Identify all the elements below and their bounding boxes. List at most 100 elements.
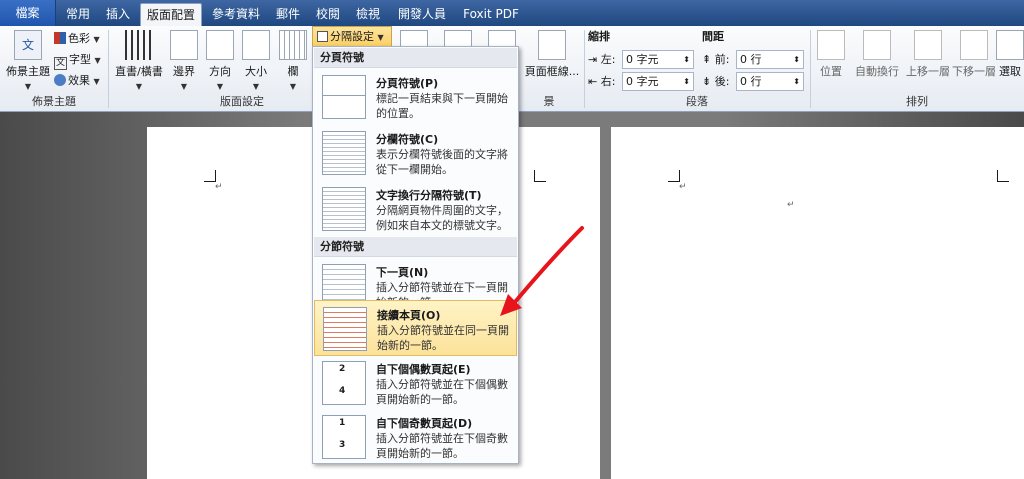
tab-view[interactable]: 檢視 xyxy=(350,3,386,26)
text-wrapping-break-icon xyxy=(322,187,366,231)
selection-pane-icon xyxy=(996,30,1024,60)
crop-mark xyxy=(668,170,680,182)
odd-page-icon: 1 3 xyxy=(322,415,366,459)
menu-item-desc: 表示分欄符號後面的文字將從下一欄開始。 xyxy=(376,148,508,176)
indent-left-label: ⇥ 左: xyxy=(588,53,616,66)
text-direction-icon xyxy=(125,30,153,60)
tab-references[interactable]: 參考資料 xyxy=(206,3,266,26)
tab-file[interactable]: 檔案 xyxy=(0,0,56,26)
position-button[interactable]: 位置 xyxy=(816,30,846,79)
margins-button[interactable]: 邊界 ▼ xyxy=(168,30,200,92)
paragraph-mark: ↵ xyxy=(215,182,223,192)
spinner-icon[interactable]: ⬍ xyxy=(793,73,800,90)
spinner-icon[interactable]: ⬍ xyxy=(683,51,690,68)
columns-button[interactable]: 欄 ▼ xyxy=(278,30,308,92)
menu-item-desc: 標記一頁結束與下一頁開始的位置。 xyxy=(376,92,508,120)
indent-left-icon: ⇥ xyxy=(588,53,598,66)
selection-pane-button[interactable]: 選取 xyxy=(996,30,1024,79)
spacing-before-label: ⇞ 前: xyxy=(702,53,730,66)
breaks-icon xyxy=(317,31,328,42)
spacing-heading: 間距 xyxy=(702,30,724,43)
odd-page-bottom-number: 3 xyxy=(339,440,346,450)
menu-item-title: 文字換行分隔符號(T) xyxy=(376,189,482,202)
orientation-label: 方向 xyxy=(209,65,231,78)
indent-left-input[interactable]: 0 字元 ⬍ xyxy=(622,50,694,69)
red-arrow-icon xyxy=(500,226,584,316)
indent-right-icon: ⇤ xyxy=(588,75,598,88)
menu-item-even-page[interactable]: 2 4 自下個偶數頁起(E) 插入分節符號並在下個偶數頁開始新的一節。 xyxy=(314,355,517,411)
themes-icon: 文 xyxy=(14,30,42,60)
page-borders-button[interactable]: 頁面框線... xyxy=(522,30,582,79)
margins-label: 邊界 xyxy=(173,65,195,78)
tab-layout[interactable]: 版面配置 xyxy=(140,3,202,26)
crop-mark xyxy=(997,170,1009,182)
send-backward-button[interactable]: 下移一層 xyxy=(952,30,996,79)
document-page-right[interactable]: ↵ ↵ xyxy=(611,127,1024,479)
spacing-before-icon: ⇞ xyxy=(702,53,712,66)
bring-forward-button[interactable]: 上移一層 xyxy=(904,30,952,79)
orientation-icon xyxy=(206,30,234,60)
page-borders-label: 頁面框線... xyxy=(524,65,580,78)
size-button[interactable]: 大小 ▼ xyxy=(240,30,272,92)
theme-colors-label: 色彩 xyxy=(68,32,90,45)
tab-insert[interactable]: 插入 xyxy=(100,3,136,26)
theme-effects-button[interactable]: 效果 ▼ xyxy=(54,72,100,90)
crop-mark xyxy=(204,170,216,182)
menu-item-page-break[interactable]: 分頁符號(P) 標記一頁結束與下一頁開始的位置。 xyxy=(314,69,517,125)
theme-fonts-button[interactable]: 文字型 ▼ xyxy=(54,51,101,70)
wrap-text-icon xyxy=(863,30,891,60)
themes-button[interactable]: 文 佈景主題 ▼ xyxy=(4,30,52,92)
columns-label: 欄 xyxy=(287,65,299,78)
columns-icon xyxy=(279,30,307,60)
theme-fonts-label: 字型 xyxy=(69,53,91,66)
theme-effects-label: 效果 xyxy=(68,74,90,87)
even-page-bottom-number: 4 xyxy=(339,386,346,396)
position-icon xyxy=(817,30,845,60)
colors-icon xyxy=(54,32,66,44)
breaks-label: 分隔設定 xyxy=(330,30,374,43)
text-direction-label: 直書/橫書 xyxy=(115,65,163,78)
spacing-after-icon: ⇟ xyxy=(702,75,712,88)
tab-developer[interactable]: 開發人員 xyxy=(392,3,452,26)
size-label: 大小 xyxy=(245,65,267,78)
theme-colors-button[interactable]: 色彩 ▼ xyxy=(54,30,100,48)
orientation-button[interactable]: 方向 ▼ xyxy=(204,30,236,92)
odd-page-top-number: 1 xyxy=(339,418,346,428)
menu-item-desc: 插入分節符號並在下個奇數頁開始新的一節。 xyxy=(376,432,508,460)
menu-item-column-break[interactable]: 分欄符號(C) 表示分欄符號後面的文字將從下一欄開始。 xyxy=(314,125,517,181)
margins-icon xyxy=(170,30,198,60)
tab-home[interactable]: 常用 xyxy=(60,3,96,26)
crop-mark xyxy=(534,170,546,182)
tab-review[interactable]: 校閱 xyxy=(310,3,346,26)
wrap-text-button[interactable]: 自動換行 xyxy=(852,30,902,79)
themes-group-label: 佈景主題 xyxy=(32,95,76,108)
ribbon-tab-bar: 檔案 常用 插入 版面配置 參考資料 郵件 校閱 檢視 開發人員 Foxit P… xyxy=(0,0,1024,26)
effects-icon xyxy=(54,74,66,86)
page-break-icon xyxy=(322,75,366,119)
menu-item-desc: 插入分節符號並在下個偶數頁開始新的一節。 xyxy=(376,378,508,406)
continuous-icon xyxy=(323,307,367,351)
breaks-button[interactable]: 分隔設定 ▼ xyxy=(312,26,392,47)
indent-right-input[interactable]: 0 字元 ⬍ xyxy=(622,72,694,91)
page-background-group-label: 景 xyxy=(543,95,555,108)
spacing-after-input[interactable]: 0 行 ⬍ xyxy=(736,72,804,91)
spinner-icon[interactable]: ⬍ xyxy=(793,51,800,68)
menu-item-title: 接續本頁(O) xyxy=(377,309,441,322)
themes-label: 佈景主題 xyxy=(6,65,50,78)
even-page-icon: 2 4 xyxy=(322,361,366,405)
spinner-icon[interactable]: ⬍ xyxy=(683,73,690,90)
menu-item-title: 分欄符號(C) xyxy=(376,133,439,146)
paragraph-mark: ↵ xyxy=(679,182,687,192)
even-page-top-number: 2 xyxy=(339,364,346,374)
tab-mailings[interactable]: 郵件 xyxy=(270,3,306,26)
fonts-icon: 文 xyxy=(54,57,67,70)
spacing-before-input[interactable]: 0 行 ⬍ xyxy=(736,50,804,69)
text-direction-button[interactable]: 直書/橫書 ▼ xyxy=(112,30,166,92)
bring-forward-icon xyxy=(914,30,942,60)
column-break-icon xyxy=(322,131,366,175)
page-breaks-section-header: 分頁符號 xyxy=(314,48,517,68)
tab-foxit[interactable]: Foxit PDF xyxy=(456,3,526,26)
menu-item-odd-page[interactable]: 1 3 自下個奇數頁起(D) 插入分節符號並在下個奇數頁開始新的一節。 xyxy=(314,409,517,465)
spacing-after-label: ⇟ 後: xyxy=(702,75,730,88)
indent-right-label: ⇤ 右: xyxy=(588,75,616,88)
